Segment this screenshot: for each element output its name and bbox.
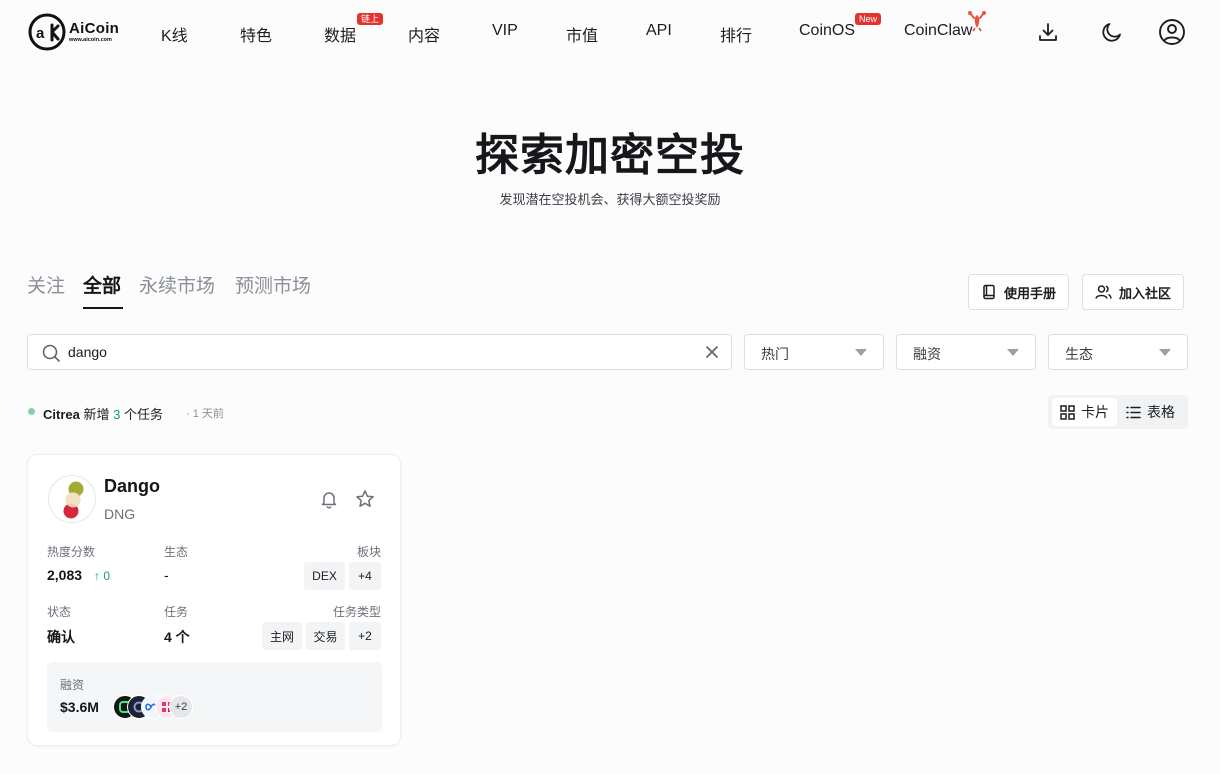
filter-ecosystem-select[interactable]: 生态 [1048, 334, 1188, 370]
investors-more-badge: +2 [169, 695, 193, 719]
update-prefix: 新增 [83, 407, 110, 422]
status-label: 状态 [47, 605, 72, 619]
search-input[interactable]: dango [27, 334, 732, 370]
nav-item-market-cap[interactable]: 市值 [566, 22, 598, 46]
tasks-value: 4 个 [164, 629, 190, 645]
funding-label: 融资 [60, 678, 85, 692]
dango-logo-icon [63, 481, 84, 519]
heat-delta-value: 0 [103, 569, 111, 583]
sector-chip[interactable]: DEX [304, 562, 345, 590]
star-icon[interactable] [354, 488, 376, 510]
nav-item-kline[interactable]: K线 [161, 22, 188, 46]
tab-all[interactable]: 全部 [83, 271, 121, 298]
filter-funding-label: 融资 [913, 346, 941, 362]
active-tab-indicator [83, 307, 123, 309]
page-subtitle: 发现潜在空投机会、获得大额空投奖励 [499, 192, 721, 207]
aicoin-logo-icon: a [28, 13, 66, 51]
lobster-icon [968, 11, 986, 32]
filter-hot-select[interactable]: 热门 [744, 334, 884, 370]
tab-perpetual-market[interactable]: 永续市场 [139, 271, 215, 298]
card-view-label: 卡片 [1081, 404, 1109, 420]
top-nav-bar: a AiCoin www.aicoin.com K线 特色 数据 链上 内容 V… [0, 0, 1220, 64]
nav-item-vip[interactable]: VIP [492, 22, 518, 40]
sector-more-chip[interactable]: +4 [349, 562, 381, 590]
aicoin-logo[interactable]: a AiCoin www.aicoin.com [28, 13, 128, 51]
moon-icon[interactable] [1097, 17, 1127, 47]
nav-badge-new: New [855, 13, 882, 25]
list-icon [1126, 406, 1141, 418]
nav-item-api[interactable]: API [646, 22, 672, 40]
update-notice[interactable]: Citrea 新增 3 个任务 [43, 404, 163, 423]
update-count: 3 [113, 407, 121, 422]
user-manual-label: 使用手册 [1004, 285, 1057, 301]
filter-funding-select[interactable]: 融资 [896, 334, 1036, 370]
tab-prediction-market[interactable]: 预测市场 [235, 271, 311, 298]
nav-badge-onchain: 链上 [357, 13, 384, 25]
tab-following[interactable]: 关注 [27, 271, 65, 298]
table-view-label: 表格 [1147, 404, 1175, 420]
task-type-chip[interactable]: 交易 [306, 622, 345, 650]
svg-text:a: a [36, 25, 45, 42]
chevron-down-icon [855, 349, 867, 356]
nav-item-coinclaw[interactable]: CoinClaw [904, 22, 972, 40]
nav-item-features[interactable]: 特色 [240, 22, 272, 46]
filter-ecosystem-label: 生态 [1065, 346, 1093, 362]
nav-item-data[interactable]: 数据 [324, 22, 356, 46]
sector-label: 板块 [357, 545, 382, 559]
bell-icon[interactable] [318, 488, 340, 510]
chevron-down-icon [1159, 349, 1171, 356]
heat-score-label: 热度分数 [47, 545, 96, 559]
ecosystem-value: - [164, 567, 169, 583]
chevron-down-icon [1007, 349, 1019, 356]
update-time: · 1 天前 [186, 408, 224, 420]
table-view-button[interactable]: 表格 [1118, 398, 1183, 426]
project-avatar [48, 475, 96, 523]
project-name: Dango [104, 476, 160, 496]
nav-item-content[interactable]: 内容 [408, 22, 440, 46]
funding-box: 融资 $3.6M +2 [47, 662, 382, 732]
logo-name: AiCoin [69, 19, 120, 37]
nav-item-ranking[interactable]: 排行 [720, 22, 752, 46]
download-icon[interactable] [1033, 17, 1063, 47]
task-type-chip[interactable]: 主网 [262, 622, 302, 650]
user-manual-button[interactable]: 使用手册 [968, 274, 1070, 310]
project-symbol: DNG [104, 506, 136, 522]
task-type-label: 任务类型 [333, 605, 382, 619]
update-suffix: 个任务 [123, 407, 163, 422]
ecosystem-label: 生态 [164, 545, 189, 559]
view-toggle: 卡片 表格 [1048, 395, 1188, 429]
search-icon [42, 344, 60, 362]
join-community-label: 加入社区 [1119, 285, 1172, 301]
search-value: dango [68, 344, 107, 360]
arrow-up-icon: ↑ [94, 569, 100, 583]
update-project: Citrea [43, 407, 80, 422]
heat-score-value: 2,083 [47, 567, 83, 583]
join-community-button[interactable]: 加入社区 [1082, 274, 1185, 310]
nav-item-coinos[interactable]: CoinOS [799, 22, 855, 40]
users-icon [1095, 285, 1112, 299]
filter-hot-label: 热门 [761, 346, 789, 362]
tasks-label: 任务 [164, 605, 189, 619]
clear-search-icon[interactable] [703, 343, 721, 361]
status-value: 确认 [47, 629, 75, 645]
page-title: 探索加密空投 [475, 130, 745, 181]
heat-score-change: ↑ 0 [94, 569, 110, 583]
logo-url: www.aicoin.com [69, 36, 112, 43]
project-card[interactable]: Dango DNG 热度分数 2,083 ↑ 0 生态 - 板块 DEX +4 … [27, 454, 401, 746]
book-icon [983, 284, 995, 300]
card-view-button[interactable]: 卡片 [1052, 398, 1117, 426]
task-type-more-chip[interactable]: +2 [349, 622, 381, 650]
user-icon[interactable] [1157, 17, 1187, 47]
update-dot [28, 408, 35, 415]
funding-value: $3.6M [60, 699, 99, 715]
grid-icon [1060, 404, 1075, 420]
